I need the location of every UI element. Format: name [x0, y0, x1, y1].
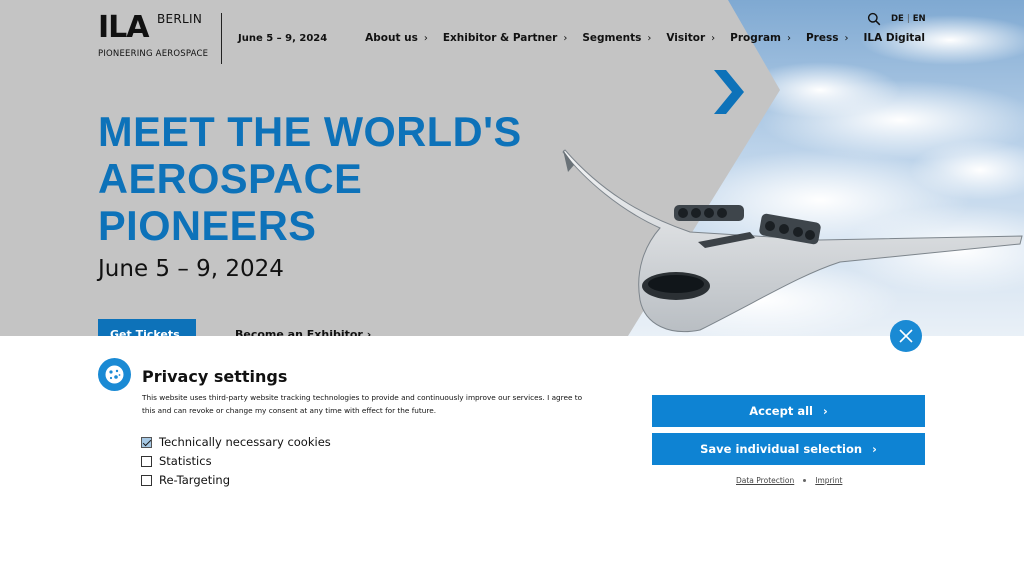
header-event-dates: June 5 – 9, 2024: [238, 33, 328, 44]
privacy-title: Privacy settings: [142, 367, 288, 386]
nav-item-press[interactable]: Press ›: [806, 32, 849, 44]
data-protection-link[interactable]: Data Protection: [736, 476, 794, 485]
nav-item-program[interactable]: Program ›: [730, 32, 791, 44]
option-retargeting[interactable]: Re-Targeting: [141, 473, 230, 487]
option-technically-necessary[interactable]: Technically necessary cookies: [141, 435, 331, 449]
headline-line-1: MEET THE WORLD'S: [98, 108, 522, 155]
imprint-link[interactable]: Imprint: [815, 476, 842, 485]
ila-berlin-logo[interactable]: ILA BERLIN PIONEERING AEROSPACE: [98, 11, 210, 61]
main-nav: About us › Exhibitor & Partner › Segment…: [365, 32, 925, 44]
chevron-right-icon: ›: [423, 32, 428, 44]
option-statistics[interactable]: Statistics: [141, 454, 212, 468]
chevron-right-decorative-icon: [714, 70, 744, 114]
nav-item-label: ILA Digital: [863, 32, 925, 44]
become-exhibitor-link[interactable]: Become an Exhibitor ›: [235, 328, 371, 336]
chevron-right-icon: ›: [844, 32, 849, 44]
utility-bar: DE | EN: [867, 12, 926, 26]
lang-en-link[interactable]: EN: [913, 14, 926, 24]
nav-item-about-us[interactable]: About us ›: [365, 32, 428, 44]
privacy-footer-links: Data Protection Imprint: [736, 476, 842, 485]
logo-city-text: BERLIN: [157, 12, 203, 26]
nav-item-exhibitor-partner[interactable]: Exhibitor & Partner ›: [443, 32, 568, 44]
checkbox-statistics[interactable]: [141, 455, 152, 467]
lang-de-link[interactable]: DE: [891, 14, 904, 24]
option-label: Re-Targeting: [159, 473, 231, 487]
accept-all-label: Accept all: [749, 404, 813, 418]
chevron-right-icon: ›: [786, 32, 791, 44]
nav-item-label: Exhibitor & Partner: [442, 32, 558, 44]
nav-item-label: Visitor: [666, 32, 706, 44]
language-switcher: DE | EN: [891, 14, 926, 24]
checkbox-retargeting[interactable]: [141, 474, 152, 486]
become-exhibitor-label: Become an Exhibitor: [235, 328, 363, 336]
headline-line-3: PIONEERS: [98, 202, 317, 249]
accept-all-button[interactable]: Accept all ›: [652, 395, 925, 427]
nav-item-segments[interactable]: Segments ›: [582, 32, 651, 44]
hero-headline: MEET THE WORLD'S AEROSPACE PIONEERS: [98, 108, 522, 249]
option-label: Statistics: [159, 454, 212, 468]
logo-divider: [221, 13, 222, 64]
search-icon[interactable]: [867, 12, 881, 26]
hero-event-dates: June 5 – 9, 2024: [98, 256, 284, 282]
chevron-right-icon: ›: [872, 442, 877, 456]
chevron-right-icon: ›: [822, 404, 828, 418]
option-label: Technically necessary cookies: [159, 435, 331, 449]
chevron-right-icon: ›: [711, 32, 716, 44]
nav-item-label: About us: [365, 32, 418, 44]
save-selection-button[interactable]: Save individual selection ›: [652, 433, 925, 465]
checkbox-technically-necessary[interactable]: [141, 436, 152, 448]
nav-item-label: Press: [805, 32, 839, 44]
headline-line-2: AEROSPACE: [98, 155, 363, 202]
hero-section: ILA BERLIN PIONEERING AEROSPACE June 5 –…: [0, 0, 1024, 336]
logo-ila-text: ILA: [98, 10, 149, 45]
nav-item-ila-digital[interactable]: ILA Digital: [863, 32, 925, 44]
close-privacy-button[interactable]: [890, 320, 922, 352]
logo-tagline: PIONEERING AEROSPACE: [98, 49, 209, 59]
close-icon: [899, 329, 913, 343]
separator-dot: [803, 479, 807, 482]
chevron-right-icon: ›: [647, 32, 652, 44]
chevron-right-icon: ›: [563, 32, 568, 44]
chevron-right-icon: ›: [366, 328, 372, 336]
privacy-description: This website uses third-party website tr…: [142, 393, 583, 415]
nav-item-visitor[interactable]: Visitor ›: [666, 32, 715, 44]
lang-separator: |: [906, 14, 910, 24]
nav-item-label: Program: [730, 32, 781, 44]
get-tickets-button[interactable]: Get Tickets: [98, 319, 196, 336]
cookie-icon: [98, 358, 131, 391]
nav-item-label: Segments: [582, 32, 642, 44]
save-selection-label: Save individual selection: [700, 442, 863, 456]
